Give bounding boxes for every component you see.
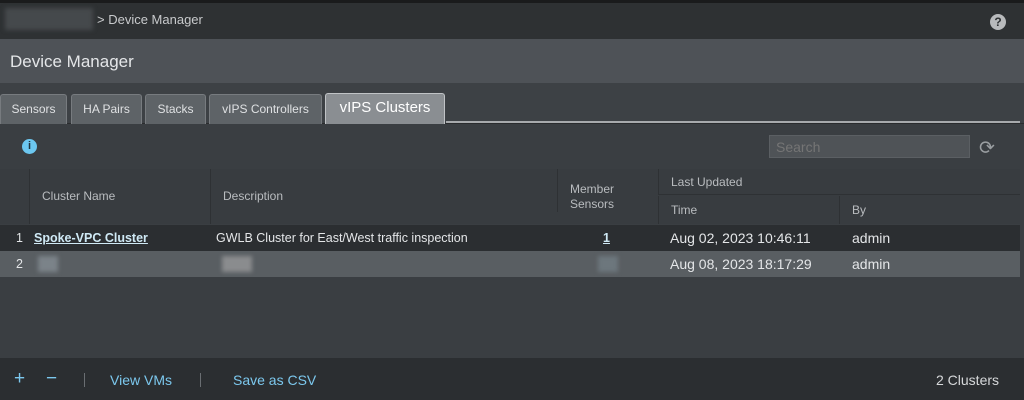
- table-row[interactable]: 1 Spoke-VPC Cluster GWLB Cluster for Eas…: [0, 225, 1020, 251]
- cluster-count: 2 Clusters: [936, 372, 1000, 388]
- member-sensors-redacted[interactable]: [598, 256, 618, 272]
- description-redacted: [222, 256, 252, 272]
- view-vms-button[interactable]: View VMs: [110, 372, 172, 388]
- column-group-last-updated: Last Updated: [658, 169, 1020, 195]
- info-icon[interactable]: i: [22, 139, 37, 154]
- row-description: GWLB Cluster for East/West traffic inspe…: [216, 231, 468, 245]
- row-by: admin: [852, 256, 891, 272]
- table-row[interactable]: 2 Aug 08, 2023 18:17:29 admin: [0, 251, 1020, 277]
- row-time: Aug 08, 2023 18:17:29: [670, 256, 812, 272]
- add-button[interactable]: +: [14, 368, 25, 390]
- column-by[interactable]: By: [839, 196, 1020, 224]
- column-cluster-name[interactable]: Cluster Name: [29, 169, 210, 224]
- refresh-icon[interactable]: ⟳: [979, 137, 995, 160]
- cluster-name-link[interactable]: Spoke-VPC Cluster: [34, 225, 148, 251]
- row-index: 1: [16, 231, 23, 245]
- tab-bar: Sensors HA Pairs Stacks vIPS Controllers…: [0, 83, 1024, 124]
- remove-button[interactable]: −: [46, 368, 57, 390]
- row-time: Aug 02, 2023 10:46:11: [670, 230, 811, 246]
- table-header: Cluster Name Description Member Sensors …: [0, 169, 1020, 224]
- breadcrumb: > Device Manager: [5, 8, 203, 30]
- member-sensors-link[interactable]: 1: [603, 225, 610, 251]
- breadcrumb-root-redacted[interactable]: [5, 8, 93, 30]
- row-index: 2: [16, 257, 23, 271]
- footer-toolbar: + − View VMs Save as CSV 2 Clusters: [0, 358, 1024, 400]
- column-member-sensors[interactable]: Member Sensors: [557, 169, 658, 212]
- search-input[interactable]: [769, 135, 970, 158]
- page-title: Device Manager: [0, 39, 1024, 83]
- top-bar: > Device Manager ?: [0, 0, 1024, 39]
- row-by: admin: [852, 230, 891, 246]
- divider: [200, 373, 201, 387]
- tab-underline: [446, 121, 1020, 123]
- save-as-csv-button[interactable]: Save as CSV: [233, 372, 316, 388]
- tab-vips-controllers[interactable]: vIPS Controllers: [209, 94, 322, 124]
- column-description[interactable]: Description: [210, 169, 557, 224]
- tab-vips-clusters[interactable]: vIPS Clusters: [325, 93, 445, 124]
- divider: [84, 373, 85, 387]
- tab-sensors[interactable]: Sensors: [0, 94, 67, 124]
- column-time[interactable]: Time: [658, 196, 839, 224]
- tab-stacks[interactable]: Stacks: [145, 94, 206, 124]
- help-icon[interactable]: ?: [990, 14, 1006, 30]
- breadcrumb-current: > Device Manager: [97, 11, 203, 27]
- tab-ha-pairs[interactable]: HA Pairs: [71, 94, 142, 124]
- cluster-name-redacted[interactable]: [38, 256, 58, 272]
- clusters-panel: i ⟳ Cluster Name Description Member Sens…: [0, 124, 1024, 358]
